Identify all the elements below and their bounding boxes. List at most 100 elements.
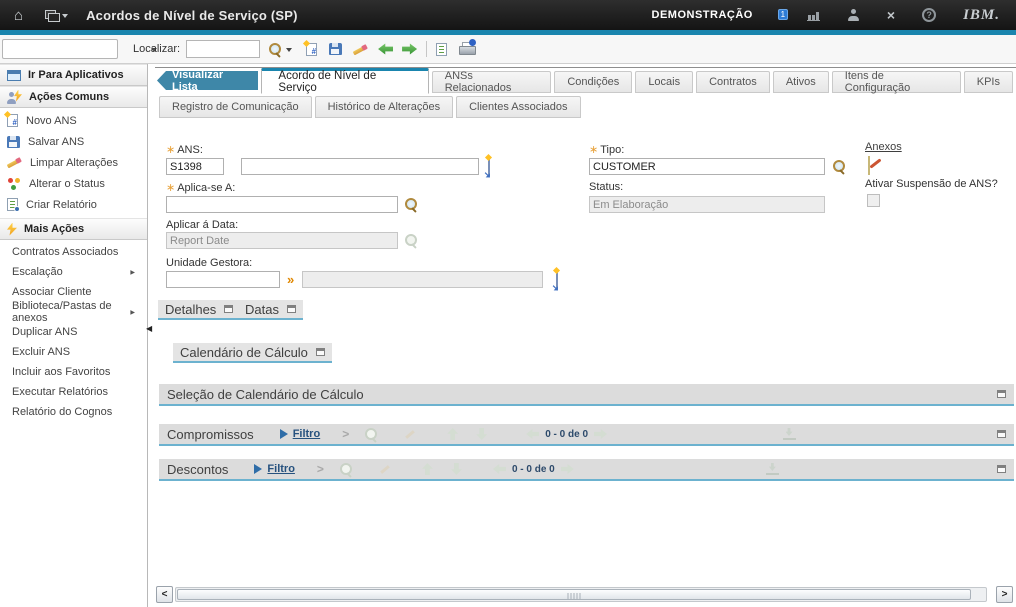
home-icon[interactable]: ⌂ <box>14 8 23 23</box>
attachments-icon[interactable] <box>868 156 870 175</box>
filter-search-icon[interactable] <box>365 428 378 441</box>
suspensao-label: Ativar Suspensão de ANS? <box>865 178 998 190</box>
application-window-icon <box>7 70 21 81</box>
search-options-caret-icon[interactable] <box>286 48 292 55</box>
tipo-field[interactable] <box>589 158 825 175</box>
quick-insert-input[interactable] <box>3 43 151 55</box>
sidebar-section-more-actions[interactable]: Mais Ações <box>0 218 147 240</box>
sidebar-item-alterar-status[interactable]: Alterar o Status <box>0 173 147 194</box>
descontos-filter-link[interactable]: Filtro <box>267 463 295 475</box>
filter-expand-icon[interactable] <box>254 464 267 474</box>
window-restore-icon <box>316 348 325 356</box>
sidebar-item-executar-relatorios[interactable]: Executar Relatórios <box>0 382 147 402</box>
search-input[interactable] <box>186 40 260 58</box>
suspensao-checkbox[interactable] <box>867 194 880 207</box>
next-page-icon[interactable] <box>594 428 607 440</box>
print-button[interactable] <box>459 42 474 56</box>
compromissos-filter-link[interactable]: Filtro <box>293 428 321 440</box>
clear-changes-button[interactable] <box>353 43 368 56</box>
save-icon <box>7 136 20 148</box>
aplica-se-field[interactable] <box>166 196 398 213</box>
scroll-left-button[interactable]: < <box>156 586 173 603</box>
logout-icon[interactable]: × <box>887 8 895 22</box>
ans-description-field[interactable] <box>241 158 479 175</box>
anexos-link[interactable]: Anexos <box>865 141 902 153</box>
window-restore-icon[interactable] <box>997 465 1006 473</box>
previous-record-button[interactable] <box>378 43 393 56</box>
tab-ativos[interactable]: Ativos <box>773 71 829 93</box>
sidebar-section-common-actions[interactable]: Ações Comuns <box>0 86 147 108</box>
double-chevron-icon[interactable]: » <box>287 273 294 286</box>
detalhes-section-button[interactable]: Detalhes <box>158 300 240 320</box>
search-button[interactable] <box>269 43 282 56</box>
tab-anss-relacionados[interactable]: ANSs Relacionados <box>432 71 552 93</box>
tab-itens-de-configuracao[interactable]: Itens de Configuração <box>832 71 961 93</box>
tipo-label: Tipo: <box>589 143 624 156</box>
download-icon[interactable] <box>783 428 796 440</box>
sidebar-item-biblioteca-anexos[interactable]: Biblioteca/Pastas de anexos▶ <box>0 302 147 322</box>
move-up-icon[interactable] <box>446 428 459 440</box>
visualizar-lista-button[interactable]: Visualizar Lista <box>157 71 258 90</box>
filter-expand-icon[interactable] <box>280 429 293 439</box>
edit-icon[interactable] <box>379 463 391 475</box>
tab-kpis[interactable]: KPIs <box>964 71 1013 93</box>
tab-contratos[interactable]: Contratos <box>696 71 770 93</box>
toolbar-separator <box>426 41 427 57</box>
sidebar-item-incluir-favoritos[interactable]: Incluir aos Favoritos <box>0 362 147 382</box>
applications-menu-icon[interactable] <box>45 10 58 21</box>
tab-condicoes[interactable]: Condições <box>554 71 632 93</box>
sidebar-item-excluir-ans[interactable]: Excluir ANS <box>0 342 147 362</box>
move-down-icon[interactable] <box>475 428 488 440</box>
move-down-icon[interactable] <box>450 463 463 475</box>
sidebar-item-associar-cliente[interactable]: Associar Cliente <box>0 282 147 302</box>
save-button[interactable] <box>329 43 342 55</box>
sidebar-item-salvar-ans[interactable]: Salvar ANS <box>0 131 147 152</box>
filter-search-icon[interactable] <box>340 463 353 476</box>
tab-historico-de-alteracoes[interactable]: Histórico de Alterações <box>315 96 454 118</box>
unidade-gestora-field[interactable] <box>166 271 280 288</box>
sidebar-item-duplicar-ans[interactable]: Duplicar ANS <box>0 322 147 342</box>
profile-icon[interactable] <box>847 9 860 21</box>
long-description-icon[interactable] <box>556 270 558 289</box>
scroll-right-button[interactable]: > <box>996 586 1013 603</box>
scrollbar-track[interactable] <box>175 587 987 602</box>
tab-registro-de-comunicacao[interactable]: Registro de Comunicação <box>159 96 312 118</box>
sidebar-collapse-icon[interactable]: ◀ <box>146 324 152 333</box>
next-page-icon[interactable] <box>561 463 574 475</box>
previous-page-icon[interactable] <box>493 463 506 475</box>
next-record-button[interactable] <box>402 43 417 56</box>
sidebar-item-go-to-applications[interactable]: Ir Para Aplicativos <box>0 64 147 86</box>
tipo-lookup-icon[interactable] <box>833 160 846 173</box>
tab-acordo-de-nivel-de-servico[interactable]: Acordo de Nível de Serviço <box>261 68 428 94</box>
move-up-icon[interactable] <box>421 463 434 475</box>
ans-field[interactable] <box>166 158 224 175</box>
tab-clientes-associados[interactable]: Clientes Associados <box>456 96 580 118</box>
reports-chart-icon[interactable] <box>807 10 820 21</box>
tab-locais[interactable]: Locais <box>635 71 693 93</box>
previous-page-icon[interactable] <box>526 428 539 440</box>
user-lightning-icon <box>7 91 22 104</box>
sidebar-item-contratos-associados[interactable]: Contratos Associados <box>0 242 147 262</box>
help-icon[interactable]: ? <box>922 8 936 22</box>
applications-menu-caret-icon[interactable] <box>62 14 68 21</box>
sidebar-item-criar-relatorio[interactable]: Criar Relatório <box>0 194 147 215</box>
more-actions-title: Mais Ações <box>24 223 84 235</box>
aplicar-a-data-lookup-icon[interactable] <box>405 234 418 247</box>
edit-icon[interactable] <box>404 428 416 440</box>
reports-button[interactable] <box>436 43 447 56</box>
calendario-calculo-section-button[interactable]: Calendário de Cálculo <box>173 343 332 363</box>
sidebar-item-limpar-alteracoes[interactable]: Limpar Alterações <box>0 152 147 173</box>
new-record-button[interactable] <box>306 43 317 56</box>
long-description-icon[interactable] <box>488 157 490 176</box>
sidebar-item-relatorio-cognos[interactable]: Relatório do Cognos <box>0 402 147 422</box>
window-restore-icon[interactable] <box>997 390 1006 398</box>
detalhes-label: Detalhes <box>165 302 216 317</box>
aplica-se-lookup-icon[interactable] <box>405 198 418 211</box>
quick-insert-combobox[interactable] <box>2 39 118 59</box>
sidebar-item-novo-ans[interactable]: Novo ANS <box>0 110 147 131</box>
sidebar-item-escalacao[interactable]: Escalação▶ <box>0 262 147 282</box>
datas-section-button[interactable]: Datas <box>238 300 303 320</box>
scrollbar-thumb[interactable] <box>177 589 971 600</box>
download-icon[interactable] <box>766 463 779 475</box>
window-restore-icon[interactable] <box>997 430 1006 438</box>
